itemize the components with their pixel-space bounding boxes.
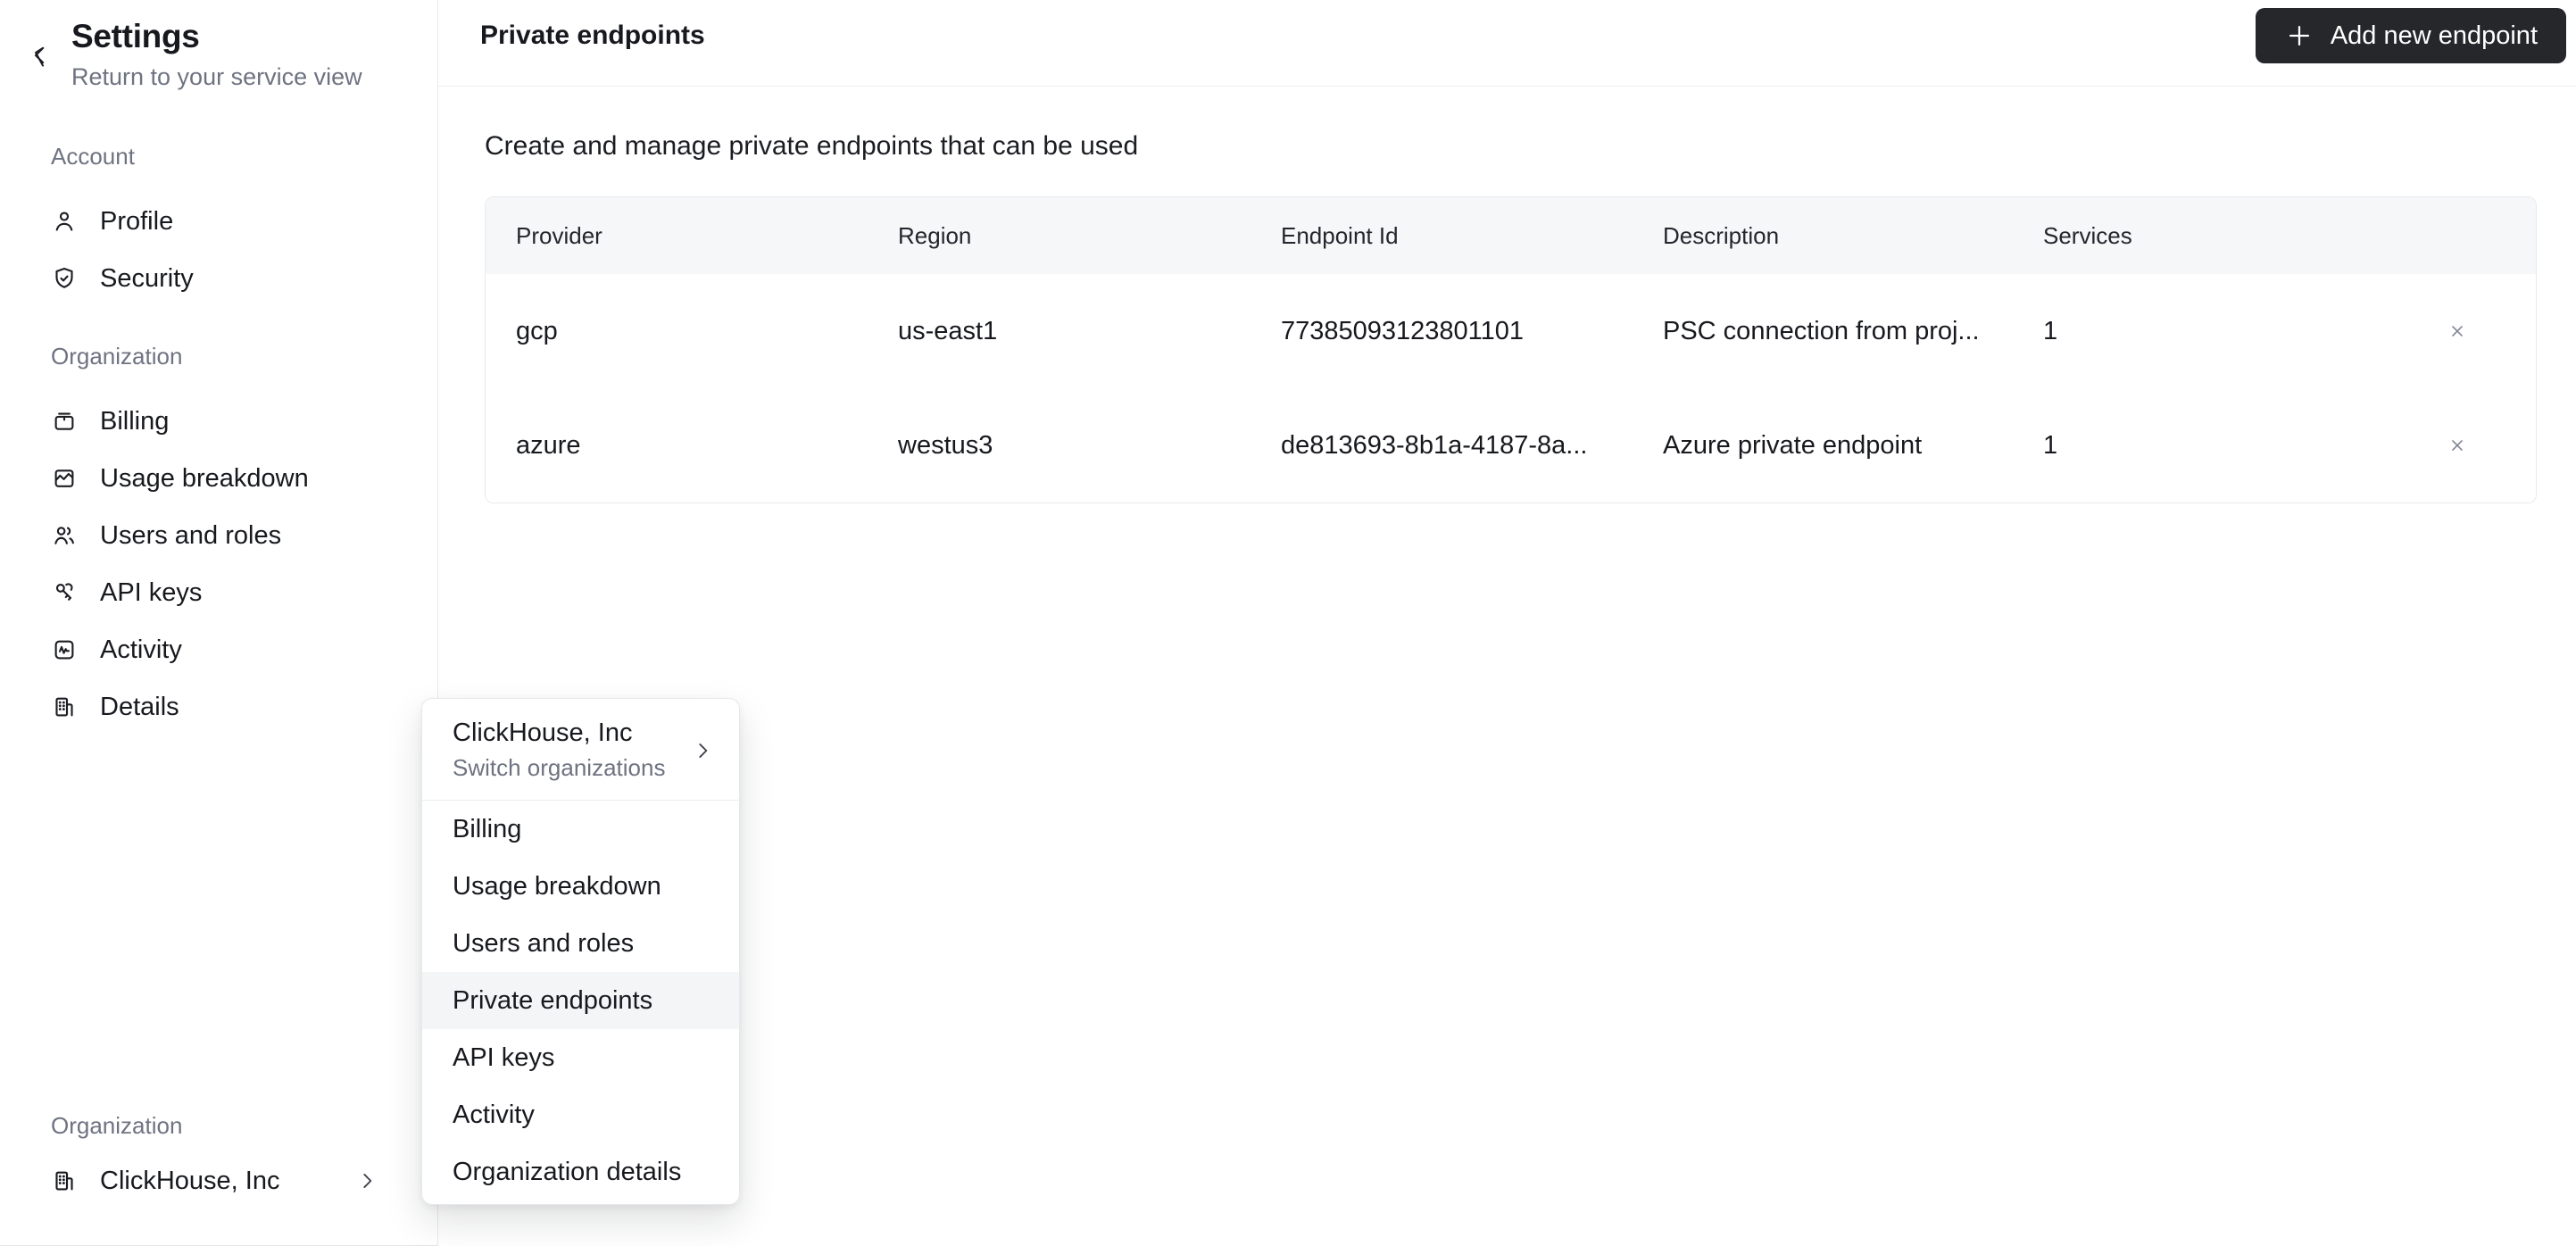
- close-icon: [2447, 436, 2467, 455]
- sidebar-item-label: Details: [100, 692, 179, 721]
- organization-nav: Billing Usage breakdown Users and roles …: [0, 393, 437, 735]
- cell-provider: gcp: [516, 316, 558, 345]
- close-icon: [2447, 321, 2467, 341]
- footer-section-label: Organization: [51, 1112, 183, 1139]
- sidebar-item-label: Security: [100, 263, 194, 293]
- menu-item-private-endpoints[interactable]: Private endpoints: [422, 972, 739, 1029]
- activity-icon: [51, 636, 78, 663]
- sidebar-item-label: Billing: [100, 406, 170, 436]
- menu-item-label: Private endpoints: [453, 985, 653, 1015]
- menu-org-action: Switch organizations: [453, 754, 666, 781]
- table-row: azure westus3 de813693-8b1a-4187-8a... A…: [486, 388, 2536, 503]
- sidebar-item-api-keys[interactable]: API keys: [0, 564, 437, 621]
- menu-item-api-keys[interactable]: API keys: [422, 1029, 739, 1086]
- sidebar-item-users-and-roles[interactable]: Users and roles: [0, 507, 437, 564]
- menu-item-label: Usage breakdown: [453, 871, 661, 901]
- sidebar-item-activity[interactable]: Activity: [0, 621, 437, 678]
- column-header-provider: Provider: [516, 221, 602, 249]
- chevron-right-icon: [355, 1169, 378, 1192]
- page-description: Create and manage private endpoints that…: [485, 131, 1139, 161]
- column-header-services: Services: [2043, 221, 2132, 249]
- keys-icon: [51, 579, 78, 606]
- sidebar-item-label: Usage breakdown: [100, 463, 309, 493]
- sidebar-item-usage-breakdown[interactable]: Usage breakdown: [0, 450, 437, 507]
- sidebar-item-label: Profile: [100, 206, 174, 236]
- sidebar-item-label: Activity: [100, 635, 182, 664]
- current-org-name: ClickHouse, Inc: [100, 1166, 280, 1195]
- cell-services: 1: [2043, 430, 2058, 460]
- menu-item-label: API keys: [453, 1042, 555, 1072]
- column-header-region: Region: [898, 221, 972, 249]
- menu-item-label: Activity: [453, 1100, 535, 1129]
- sidebar-subtitle: Return to your service view: [71, 63, 362, 90]
- column-header-endpoint-id: Endpoint Id: [1281, 221, 1399, 249]
- section-label-organization: Organization: [51, 343, 183, 370]
- settings-sidebar: Settings Return to your service view Acc…: [0, 0, 438, 1246]
- menu-item-usage-breakdown[interactable]: Usage breakdown: [422, 858, 739, 915]
- private-endpoints-table: Provider Region Endpoint Id Description …: [485, 196, 2537, 503]
- sidebar-org-switcher[interactable]: ClickHouse, Inc: [0, 1152, 437, 1209]
- column-header-description: Description: [1663, 221, 1780, 249]
- plus-icon: [2284, 21, 2314, 51]
- sidebar-item-profile[interactable]: Profile: [0, 193, 437, 250]
- chart-image-icon: [51, 465, 78, 492]
- menu-item-label: Users and roles: [453, 928, 635, 958]
- shield-check-icon: [51, 265, 78, 292]
- back-button[interactable]: [27, 39, 59, 71]
- section-label-account: Account: [51, 143, 135, 170]
- remove-endpoint-button[interactable]: [2441, 429, 2473, 461]
- add-new-endpoint-button[interactable]: Add new endpoint: [2255, 8, 2566, 63]
- org-context-menu: ClickHouse, Inc Switch organizations Bil…: [421, 698, 740, 1205]
- menu-item-organization-details[interactable]: Organization details: [422, 1143, 739, 1200]
- sidebar-item-details[interactable]: Details: [0, 678, 437, 735]
- menu-org-info: ClickHouse, Inc Switch organizations: [453, 719, 665, 782]
- menu-item-users-and-roles[interactable]: Users and roles: [422, 915, 739, 972]
- users-icon: [51, 522, 78, 549]
- table-header-row: Provider Region Endpoint Id Description …: [486, 197, 2536, 274]
- menu-item-activity[interactable]: Activity: [422, 1086, 739, 1143]
- page-title: Private endpoints: [480, 21, 705, 50]
- cell-description: PSC connection from proj...: [1663, 316, 1980, 345]
- page-header: Private endpoints Add new endpoint: [438, 0, 2576, 87]
- cell-endpoint-id: de813693-8b1a-4187-8a...: [1281, 430, 1588, 460]
- cell-description: Azure private endpoint: [1663, 430, 1923, 460]
- wallet-icon: [51, 408, 78, 435]
- cell-provider: azure: [516, 430, 581, 460]
- sidebar-footer: Organization ClickHouse, Inc: [0, 1112, 437, 1209]
- menu-item-billing[interactable]: Billing: [422, 801, 739, 858]
- remove-endpoint-button[interactable]: [2441, 315, 2473, 347]
- account-nav: Profile Security: [0, 193, 437, 307]
- sidebar-item-billing[interactable]: Billing: [0, 393, 437, 450]
- menu-org-name: ClickHouse, Inc: [453, 719, 633, 747]
- sidebar-item-security[interactable]: Security: [0, 250, 437, 307]
- menu-item-label: Organization details: [453, 1157, 682, 1186]
- building-icon: [51, 694, 78, 720]
- user-icon: [51, 208, 78, 235]
- menu-item-label: Billing: [453, 814, 522, 843]
- cell-endpoint-id: 77385093123801101: [1281, 316, 1525, 345]
- cell-services: 1: [2043, 316, 2058, 345]
- cell-region: westus3: [898, 430, 993, 460]
- sidebar-item-label: API keys: [100, 577, 203, 607]
- table-row: gcp us-east1 77385093123801101 PSC conne…: [486, 274, 2536, 388]
- add-button-label: Add new endpoint: [2330, 21, 2538, 50]
- cell-region: us-east1: [898, 316, 998, 345]
- building-icon: [51, 1167, 78, 1194]
- sidebar-title: Settings: [71, 18, 200, 54]
- sidebar-item-label: Users and roles: [100, 520, 282, 550]
- menu-org-switcher[interactable]: ClickHouse, Inc Switch organizations: [422, 699, 739, 800]
- chevron-left-icon: [27, 42, 59, 69]
- chevron-right-icon: [691, 739, 714, 762]
- main-content: Create and manage private endpoints that…: [438, 87, 2576, 1246]
